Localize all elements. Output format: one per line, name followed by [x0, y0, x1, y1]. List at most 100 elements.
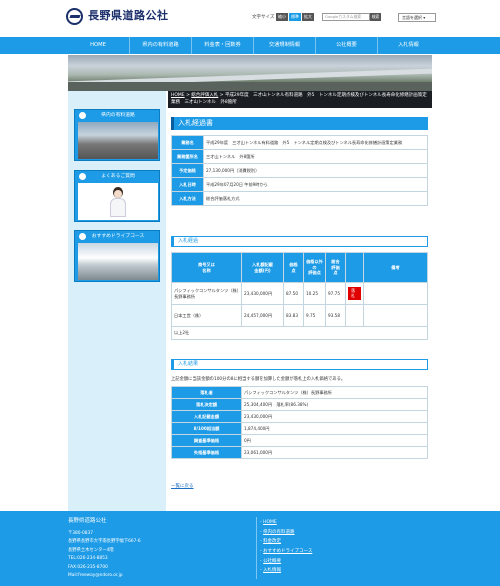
footer-link-item: - 料金改定	[260, 539, 282, 545]
bidder-name: 日本工営（株）	[171, 304, 242, 327]
col-price-pt: 価格 点	[283, 252, 304, 283]
row-label: 落札者	[171, 386, 242, 399]
banner-drive-course[interactable]: おすすめドライブコース	[74, 230, 160, 282]
bid-amount: 23,430,000円	[241, 282, 284, 305]
breadcrumb-sep: >	[218, 93, 225, 98]
row-value: 27,130,000円（消費税別）	[203, 163, 428, 178]
site-header: 長野県道路公社 文字サイズ 縮小 標準 拡大 Googleカスタム検索 検索 言…	[0, 0, 500, 36]
footer-link-home[interactable]: HOME	[263, 520, 277, 525]
footer-link-fare-revision[interactable]: 料金改定	[263, 539, 281, 544]
search-input[interactable]: Googleカスタム検索	[322, 13, 370, 21]
table-row: 入札方法 総合評価落札方式	[171, 191, 428, 206]
footer-contact: 〒380-0837 長野県長野市大字南長野字幅下667-6 長野県土木センター4…	[68, 530, 141, 580]
back-to-list-link[interactable]: 一覧に戻る	[171, 484, 194, 490]
sidebar: 県内の有料道路 よくあるご質問 おすすめドライブコース	[68, 91, 166, 511]
footer-link-item: - 公社概要	[260, 558, 282, 564]
row-label: 調査基準価格	[171, 434, 242, 447]
page-title: 入札経過書	[171, 117, 428, 130]
font-size-large-button[interactable]: 拡大	[302, 13, 314, 21]
nav-traffic[interactable]: 交通規制情報	[253, 37, 315, 54]
award-cell	[345, 304, 364, 327]
nav-home[interactable]: HOME	[67, 37, 129, 54]
table-row: 以上2社	[171, 326, 428, 340]
footer-postal: 〒380-0837	[68, 531, 93, 536]
font-size-normal-button[interactable]: 標準	[289, 13, 301, 21]
nav-fares[interactable]: 料金表・回数券	[191, 37, 253, 54]
col-total-pt: 総合 評価 点	[325, 252, 346, 283]
table-row: 入札日時 平成29年07月20日 午前9時から	[171, 177, 428, 192]
bid-amount: 24,457,000円	[241, 304, 284, 327]
result-section-title: 入札結果	[171, 359, 428, 370]
row-label: 落札決定額	[171, 398, 242, 411]
footer-divider	[256, 517, 257, 579]
footer-link-drive-course[interactable]: おすすめドライブコース	[263, 549, 312, 554]
road-image	[78, 122, 158, 159]
row-label: 予定価格	[171, 163, 204, 178]
row-value: 25,304,400円 落札率(86.38%)	[241, 398, 428, 411]
footer-link-item: - おすすめドライブコース	[260, 549, 313, 555]
total-points: 97.75	[325, 282, 346, 305]
banner-label: よくあるご質問	[101, 174, 135, 179]
search-button[interactable]: 検索	[370, 13, 381, 21]
footer-mail[interactable]: Mail:freeway@ndoro.or.jp	[68, 572, 141, 580]
row-value: 平成29年度 三才山トンネル有料道路 外5 トンネル定期点検及びトンネル長寿命化…	[203, 135, 428, 150]
footer-link-bids[interactable]: 入札情報	[263, 568, 281, 573]
table-row: 失格基準価格 23,061,000円	[171, 446, 428, 459]
table-row: 予定価格 27,130,000円（消費税別）	[171, 163, 428, 178]
note-cell	[363, 282, 428, 305]
person-image	[108, 187, 128, 217]
mountain-image	[78, 243, 158, 280]
award-cell: 落札	[345, 282, 364, 305]
award-badge: 落札	[348, 286, 361, 301]
table-row: パシフィックコンサルタンツ（株）長野事務所 23,430,000円 87.50 …	[171, 282, 428, 305]
site-name[interactable]: 長野県道路公社	[88, 9, 169, 24]
result-note: 上記金額に当該金額の100分の8に相当する額を加算した金額が落札上の入札価格であ…	[171, 377, 346, 382]
row-value: 総合評価落札方式	[203, 191, 428, 206]
breadcrumb-parent[interactable]: 総合評価入札	[191, 93, 218, 98]
banner-toll-roads[interactable]: 県内の有料道路	[74, 109, 160, 161]
other-points: 9.75	[303, 304, 326, 327]
row-label: 入札日時	[171, 177, 204, 192]
row-value: 1,874,400円	[241, 422, 428, 435]
font-size-label: 文字サイズ	[252, 15, 275, 20]
nav-toll-roads[interactable]: 県内の有料道路	[129, 37, 191, 54]
footer-link-toll-roads[interactable]: 県内の有料道路	[263, 530, 295, 535]
row-value: 23,430,000円	[241, 410, 428, 423]
footer-building: 長野県土木センター4階	[68, 547, 114, 553]
font-size-small-button[interactable]: 縮小	[276, 13, 288, 21]
table-row: 入札記載金額 23,430,000円	[171, 410, 428, 423]
banner-label: 県内の有料道路	[101, 113, 135, 118]
faq-image	[78, 183, 158, 220]
footer-address: 長野県長野市大字南長野字幅下667-6	[68, 539, 141, 545]
banner-label: おすすめドライブコース	[91, 234, 145, 239]
breadcrumb-home[interactable]: HOME	[171, 93, 185, 98]
result-table: 落札者 パシフィックコンサルタンツ（株）長野事務所 落札決定額 25,304,400…	[171, 386, 428, 459]
row-label: 入札方法	[171, 191, 204, 206]
nav-bids[interactable]: 入札情報	[377, 37, 439, 54]
table-row: 業務箇所名 三才山トンネル 外8箇所	[171, 149, 428, 164]
footer-fax: FAX:026-235-8700	[68, 564, 108, 570]
language-select[interactable]: 言語を選択 ▾	[398, 13, 436, 22]
other-points: 10.25	[303, 282, 326, 305]
note-cell	[363, 304, 428, 327]
row-value: パシフィックコンサルタンツ（株）長野事務所	[241, 386, 428, 399]
nav-about[interactable]: 公社概要	[315, 37, 377, 54]
row-value: 23,061,000円	[241, 446, 428, 459]
table-row: 落札者 パシフィックコンサルタンツ（株）長野事務所	[171, 386, 428, 399]
price-points: 83.83	[283, 304, 304, 327]
logo-icon[interactable]	[66, 8, 83, 25]
bid-footer: 以上2社	[171, 326, 428, 340]
col-note: 備考	[363, 252, 428, 283]
row-label: 失格基準価格	[171, 446, 242, 459]
banner-faq[interactable]: よくあるご質問	[74, 170, 160, 222]
table-row: 8/100相当額 1,874,400円	[171, 422, 428, 435]
footer-tel: TEL:026-234-8853	[68, 556, 108, 562]
footer-link-about[interactable]: 公社概要	[263, 559, 281, 564]
row-value: 三才山トンネル 外8箇所	[203, 149, 428, 164]
col-other-pt: 価格以外 の 評価点	[303, 252, 326, 283]
site-footer: 長野県道路公社 〒380-0837 長野県長野市大字南長野字幅下667-6 長野…	[0, 511, 500, 586]
table-row: 調査基準価格 0円	[171, 434, 428, 447]
main-nav: HOME 県内の有料道路 料金表・回数券 交通規制情報 公社概要 入札情報	[0, 37, 500, 54]
table-row: 日本工営（株） 24,457,000円 83.83 9.75 93.58	[171, 304, 428, 327]
row-label: 業務名	[171, 135, 204, 150]
